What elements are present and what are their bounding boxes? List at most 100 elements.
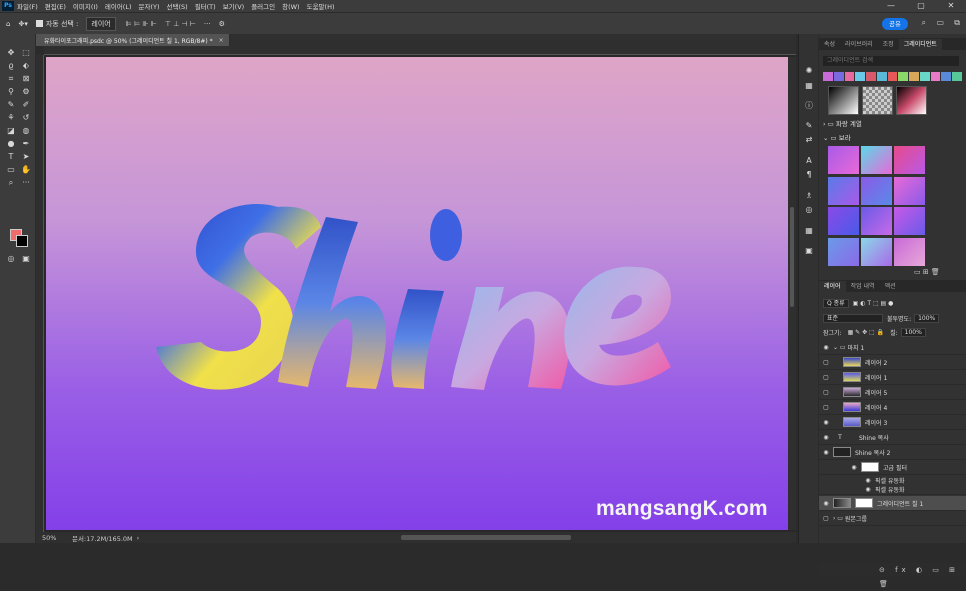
brush-tool-icon[interactable]: ✎ [5, 100, 17, 110]
hand-tool-icon[interactable]: ✋ [20, 165, 32, 175]
info-panel-icon[interactable]: ⓘ [804, 101, 814, 111]
gradient-folder-purple[interactable]: ⌄ ▭ 보라 [823, 133, 959, 144]
menu-view[interactable]: 보기(V) [223, 1, 244, 11]
artboard-tool-icon[interactable]: ⬚ [20, 48, 32, 58]
gradient-swatch[interactable] [861, 237, 892, 266]
table-panel-icon[interactable]: ▦ [804, 226, 814, 236]
workspace-icon[interactable]: ▭ [936, 18, 944, 27]
gradient-swatch[interactable] [894, 146, 925, 174]
layer-row[interactable]: ◉ ⌄ ▭ 마지 1 [819, 340, 966, 355]
document-canvas[interactable] [46, 57, 788, 530]
maximize-button[interactable]: ▢ [906, 0, 936, 12]
gradient-folder-blue[interactable]: › ▭ 파랑 계열 [823, 119, 959, 130]
lasso-tool-icon[interactable]: ϱ [5, 61, 17, 71]
quick-mask-icon[interactable]: ◎ [5, 254, 17, 264]
eraser-tool-icon[interactable]: ◪ [5, 126, 17, 136]
gradient-panel-actions[interactable]: ▭ ⊞ 🗑 [914, 268, 940, 276]
gradient-swatch-transparent[interactable] [862, 86, 893, 115]
menu-filter[interactable]: 필터(T) [195, 1, 216, 11]
rectangle-tool-icon[interactable]: ▭ [5, 165, 17, 175]
clone-source-icon[interactable]: ♗ [804, 191, 814, 201]
tab-libraries[interactable]: 라이브러리 [840, 39, 878, 50]
document-tab[interactable]: 유화타이포그래피.psdc @ 50% (그레이디언트 칠 1, RGB/8#)… [36, 34, 230, 46]
layer-row[interactable]: ◉ 픽셀 유동화 [819, 475, 966, 485]
frame-tool-icon[interactable]: ⊠ [20, 74, 32, 84]
opacity-input[interactable]: 100% [914, 313, 940, 323]
background-color-swatch[interactable] [16, 235, 28, 247]
eye-icon[interactable]: ◉ [819, 500, 833, 507]
menu-image[interactable]: 이미지(I) [73, 1, 98, 11]
layer-row[interactable]: ▢ 레이어 1 [819, 370, 966, 385]
swatches-panel-icon[interactable]: ▦ [804, 81, 814, 91]
eye-icon[interactable]: ◉ [847, 464, 861, 471]
eye-icon[interactable]: ◉ [819, 434, 833, 441]
close-tab-icon[interactable]: × [219, 37, 224, 44]
paragraph-panel-icon[interactable]: ¶ [804, 170, 814, 180]
adjust-panel-icon[interactable]: ⇄ [804, 135, 814, 145]
gradient-swatch[interactable] [894, 237, 925, 266]
gradient-swatch[interactable] [894, 207, 925, 235]
menu-window[interactable]: 창(W) [282, 1, 299, 11]
crop-tool-icon[interactable]: ⌗ [5, 74, 17, 84]
gradient-swatch[interactable] [828, 146, 859, 174]
gradient-swatch[interactable] [861, 207, 892, 235]
lock-icons[interactable]: ▦ ✎ ✥ ⬚ 🔒 [848, 329, 885, 336]
menu-type[interactable]: 문자(Y) [139, 1, 160, 11]
tab-gradients[interactable]: 그레이디언트 [898, 39, 942, 50]
gear-icon[interactable]: ⚙ [219, 20, 225, 28]
paint-bucket-icon[interactable]: ◍ [20, 126, 32, 136]
menu-edit[interactable]: 편집(E) [45, 1, 66, 11]
eye-icon[interactable]: ◉ [861, 477, 875, 484]
eye-off-icon[interactable]: ▢ [819, 374, 833, 381]
move-tool-icon[interactable]: ✥ [5, 48, 17, 58]
gradient-swatch-dark-red[interactable] [896, 86, 927, 115]
screen-mode-icon[interactable]: ▣ [20, 254, 32, 264]
layer-row[interactable]: ▢ 레이어 4 [819, 400, 966, 415]
layer-row[interactable]: ▢ 레이어 5 [819, 385, 966, 400]
layer-row[interactable]: ▢ › ▭ 원본그룹 [819, 511, 966, 526]
type-tool-icon[interactable]: T [5, 152, 17, 162]
group-toggle-icon[interactable]: ⌄ ▭ [833, 344, 848, 351]
gradient-swatch[interactable] [828, 176, 859, 205]
home-icon[interactable]: ⌂ [6, 20, 10, 28]
filter-icons[interactable]: ▣ ◐ T ⬚ ▤ ● [853, 300, 894, 307]
eyedropper-icon[interactable]: ⚲ [5, 87, 17, 97]
layer-row[interactable]: ◉ 픽셀 유동화 [819, 485, 966, 495]
menu-plugins[interactable]: 플러그인 [251, 1, 275, 11]
tab-adjustments[interactable]: 조정 [878, 39, 899, 50]
menu-help[interactable]: 도움말(H) [307, 1, 335, 11]
dodge-tool-icon[interactable]: ● [5, 139, 17, 149]
fill-input[interactable]: 100% [900, 327, 926, 337]
character-panel-icon[interactable]: A [804, 156, 814, 166]
menu-layer[interactable]: 레이어(L) [105, 1, 132, 11]
horizontal-scrollbar[interactable] [401, 535, 571, 540]
layer-row[interactable]: ◉ Shine 복사 2 [819, 445, 966, 460]
brush-panel-icon[interactable]: ✎ [804, 121, 814, 131]
status-arrow-icon[interactable]: › [137, 534, 140, 542]
vertical-scrollbar[interactable] [788, 57, 796, 530]
layer-row[interactable]: ◉ 고급 필터 [819, 460, 966, 475]
gradient-swatch[interactable] [861, 146, 892, 174]
layer-kind-filter[interactable]: Q 종류 [823, 298, 849, 308]
blend-mode-select[interactable]: 표준 [823, 313, 883, 323]
auto-select-checkbox[interactable] [35, 20, 43, 27]
group-toggle-icon[interactable]: › ▭ [833, 515, 845, 522]
eye-icon[interactable]: ◉ [819, 449, 833, 456]
path-select-icon[interactable]: ➤ [20, 152, 32, 162]
gradient-swatch[interactable] [894, 176, 925, 205]
auto-select-dropdown[interactable]: 레이어 [86, 16, 116, 31]
object-select-icon[interactable]: ⬖ [20, 61, 32, 71]
eye-off-icon[interactable]: ▢ [819, 389, 833, 396]
tab-actions[interactable]: 액션 [880, 281, 901, 292]
zoom-level[interactable]: 50% [42, 534, 72, 542]
eye-off-icon[interactable]: ▢ [819, 404, 833, 411]
move-tool-icon[interactable]: ✥▾ [18, 20, 27, 28]
gradient-swatch[interactable] [828, 237, 859, 266]
menu-file[interactable]: 파일(F) [17, 1, 38, 11]
color-panel-icon[interactable]: ✺ [804, 66, 814, 76]
gradient-search-input[interactable]: 그레이디언트 검색 [823, 56, 959, 66]
scrollbar-thumb[interactable] [790, 207, 794, 307]
eye-off-icon[interactable]: ▢ [819, 359, 833, 366]
more-tools-icon[interactable]: ··· [20, 178, 32, 188]
zoom-tool-icon[interactable]: ⌕ [5, 178, 17, 188]
